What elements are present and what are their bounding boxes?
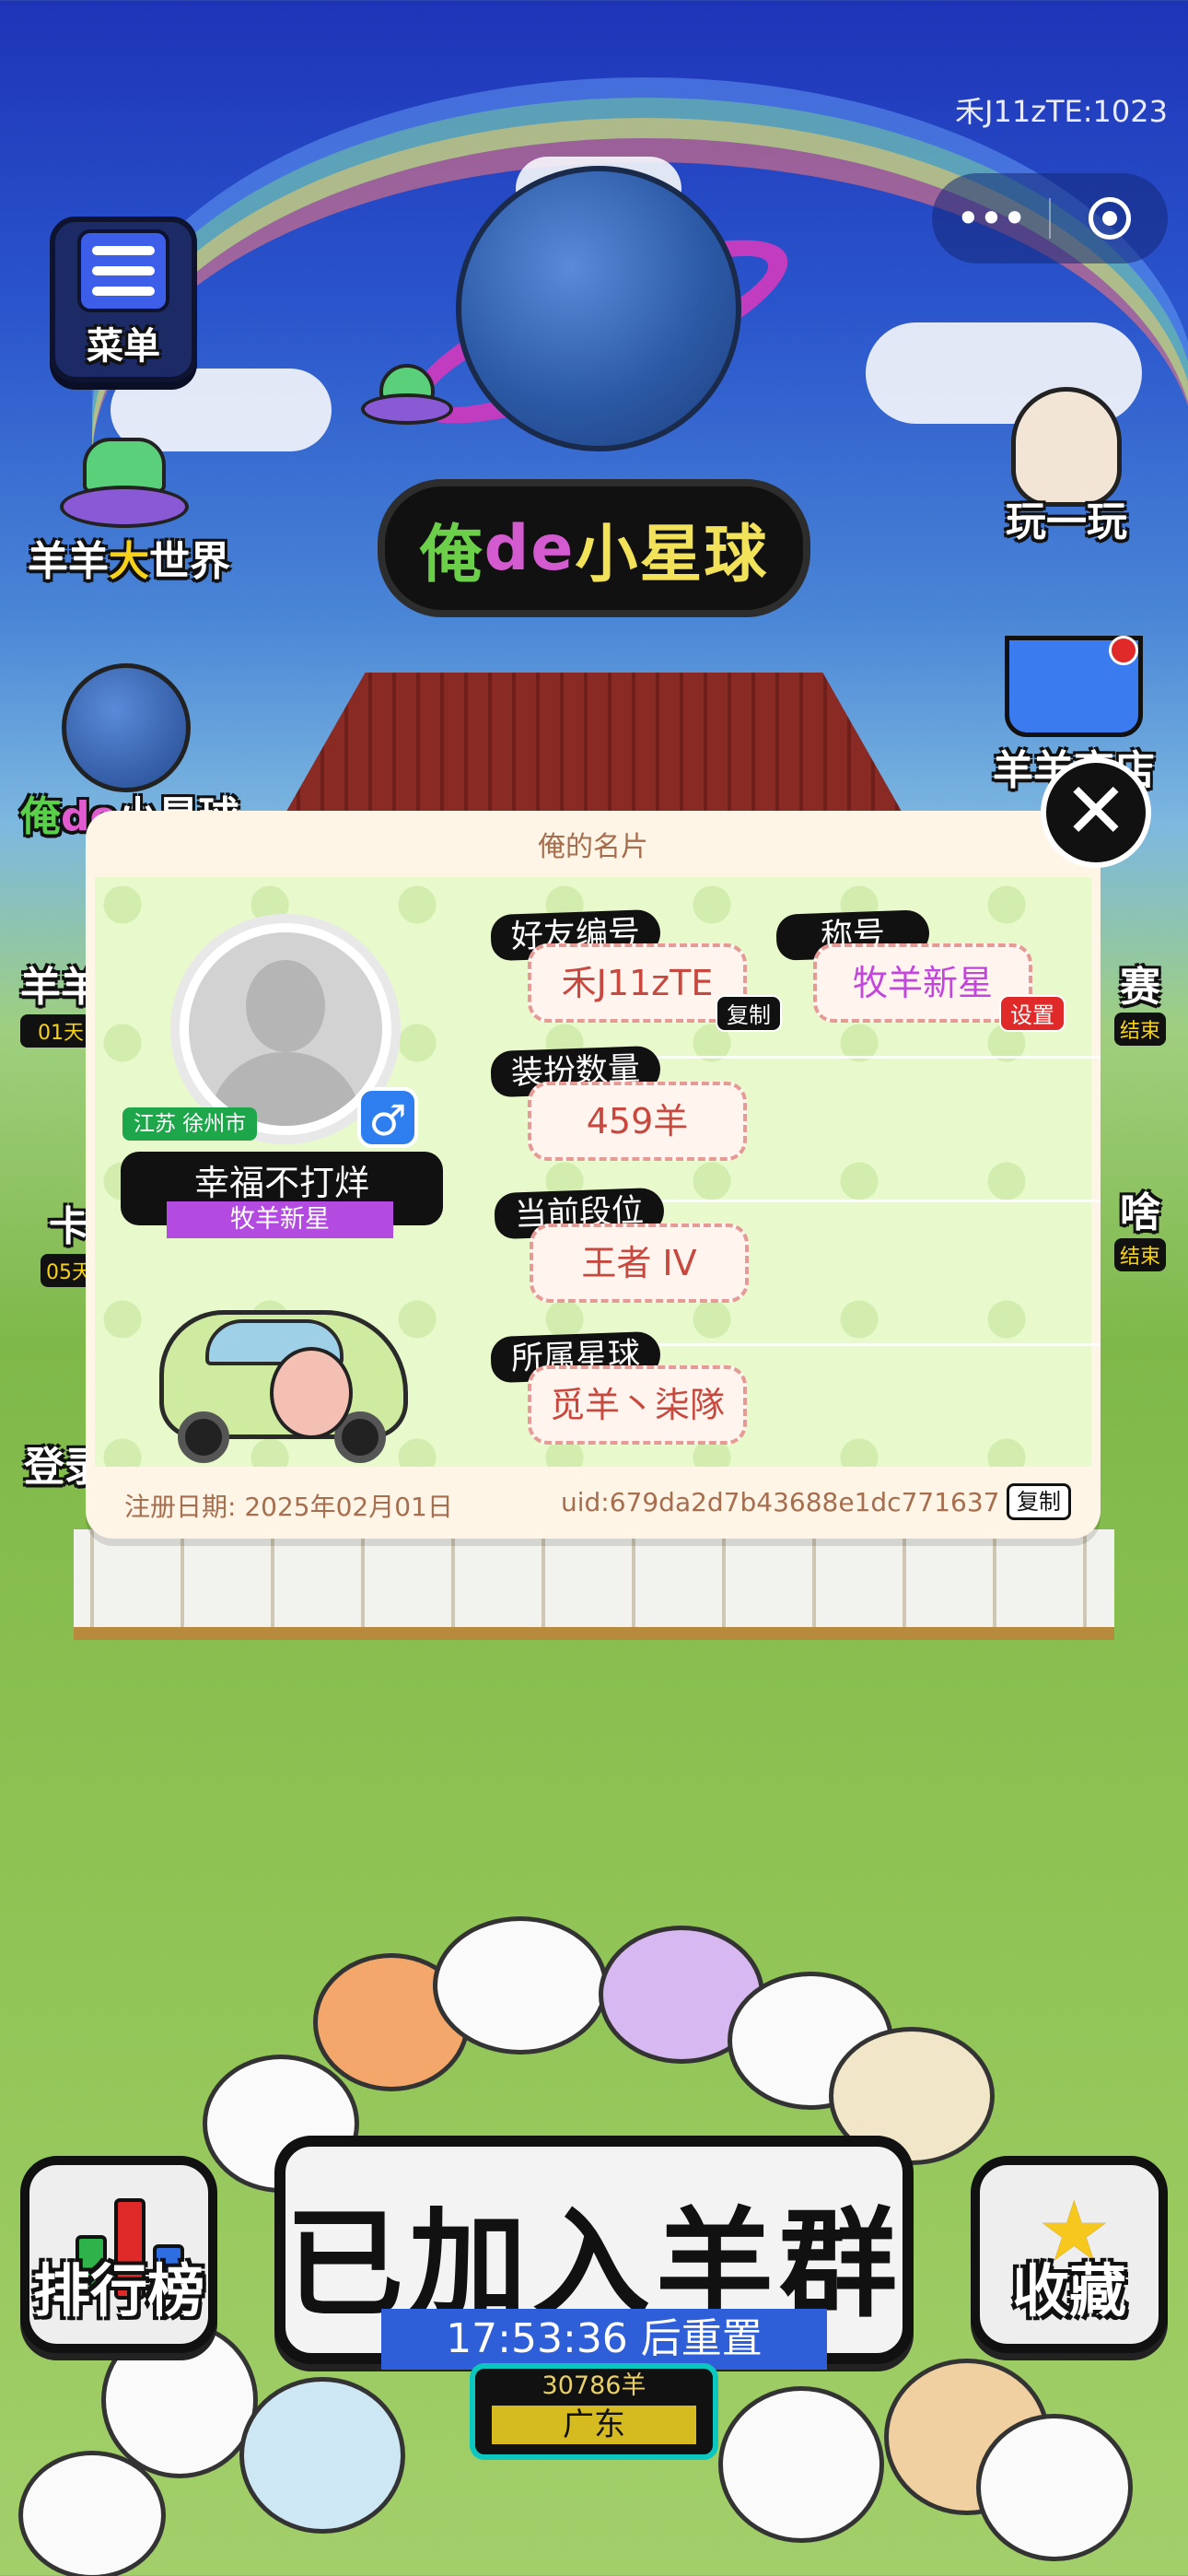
location-badge: 江苏 徐州市 (122, 1107, 258, 1141)
menu-icon (77, 229, 169, 312)
profile-card: 俺的名片 江苏 徐州市 ♂ 幸福不打烊 牧羊新星 好友编号 禾J11zTE 复制… (86, 811, 1101, 1539)
planet-title-banner: 俺 de 小星球 (378, 479, 810, 617)
set-title-button[interactable]: 设置 (999, 995, 1066, 1032)
more-button[interactable]: ••• (932, 193, 1049, 243)
avatar-placeholder-icon (189, 932, 382, 1126)
barn-roof (276, 673, 912, 829)
alien-ufo-icon (60, 438, 189, 528)
card-footer: 注册日期: 2025年02月01日 uid:679da2d7b43688e1dc… (86, 1467, 1101, 1539)
reset-timer: 17:53:36 后重置 (381, 2309, 827, 2370)
card-body: 江苏 徐州市 ♂ 幸福不打烊 牧羊新星 好友编号 禾J11zTE 复制 称号 牧… (95, 877, 1101, 1467)
planet-value: 觅羊丶柒隊 (528, 1365, 747, 1445)
play-button[interactable]: 玩一玩 (993, 387, 1140, 547)
ended-badge: 结束 (1114, 1013, 1167, 1046)
join-flock-button[interactable]: 已加入羊群 17:53:36 后重置 (274, 2136, 914, 2370)
planet-graphic (456, 166, 741, 451)
region-label: 广东 (492, 2406, 696, 2444)
copy-uid-button[interactable]: 复制 (1007, 1483, 1071, 1520)
car-avatar-image (150, 1282, 417, 1467)
tier-value: 王者 IV (530, 1224, 749, 1303)
score-value: 30786羊 (542, 2371, 646, 2400)
miniapp-capsule: ••• (932, 173, 1168, 263)
favorite-button[interactable]: ★ 收藏 (971, 2156, 1168, 2353)
planet-icon (62, 663, 191, 792)
outfit-count-value: 459羊 (528, 1082, 747, 1161)
contest-button[interactable]: 赛 结束 (1114, 954, 1167, 1046)
menu-button[interactable]: 菜单 (50, 217, 197, 382)
close-card-button[interactable]: ✕ (1041, 757, 1151, 868)
close-miniapp-button[interactable] (1051, 197, 1168, 240)
player-id-label: 禾J11zTE:1023 (955, 94, 1168, 129)
ended-badge: 结束 (1114, 1238, 1167, 1271)
male-icon: ♂ (357, 1087, 418, 1148)
region-score-box: 30786羊 广东 (470, 2363, 718, 2460)
registration-date: 注册日期: 2025年02月01日 (124, 1492, 453, 1522)
rank-title-label: 牧羊新星 (167, 1201, 393, 1238)
card-title: 俺的名片 (538, 831, 648, 863)
uid-label: uid:679da2d7b43688e1dc771637 (561, 1487, 1000, 1517)
leaderboard-button[interactable]: 排行榜 (20, 2156, 217, 2353)
copy-friend-id-button[interactable]: 复制 (716, 995, 782, 1032)
sheep-world-button[interactable]: 羊羊大世界 (28, 438, 230, 587)
fence-decoration (74, 1529, 1114, 1640)
what-button[interactable]: 啥 结束 (1114, 1179, 1167, 1271)
target-icon (1088, 197, 1131, 240)
notification-dot (1109, 636, 1138, 665)
ufo-icon (361, 364, 453, 425)
friend-id-value: 禾J11zTE (528, 943, 747, 1023)
